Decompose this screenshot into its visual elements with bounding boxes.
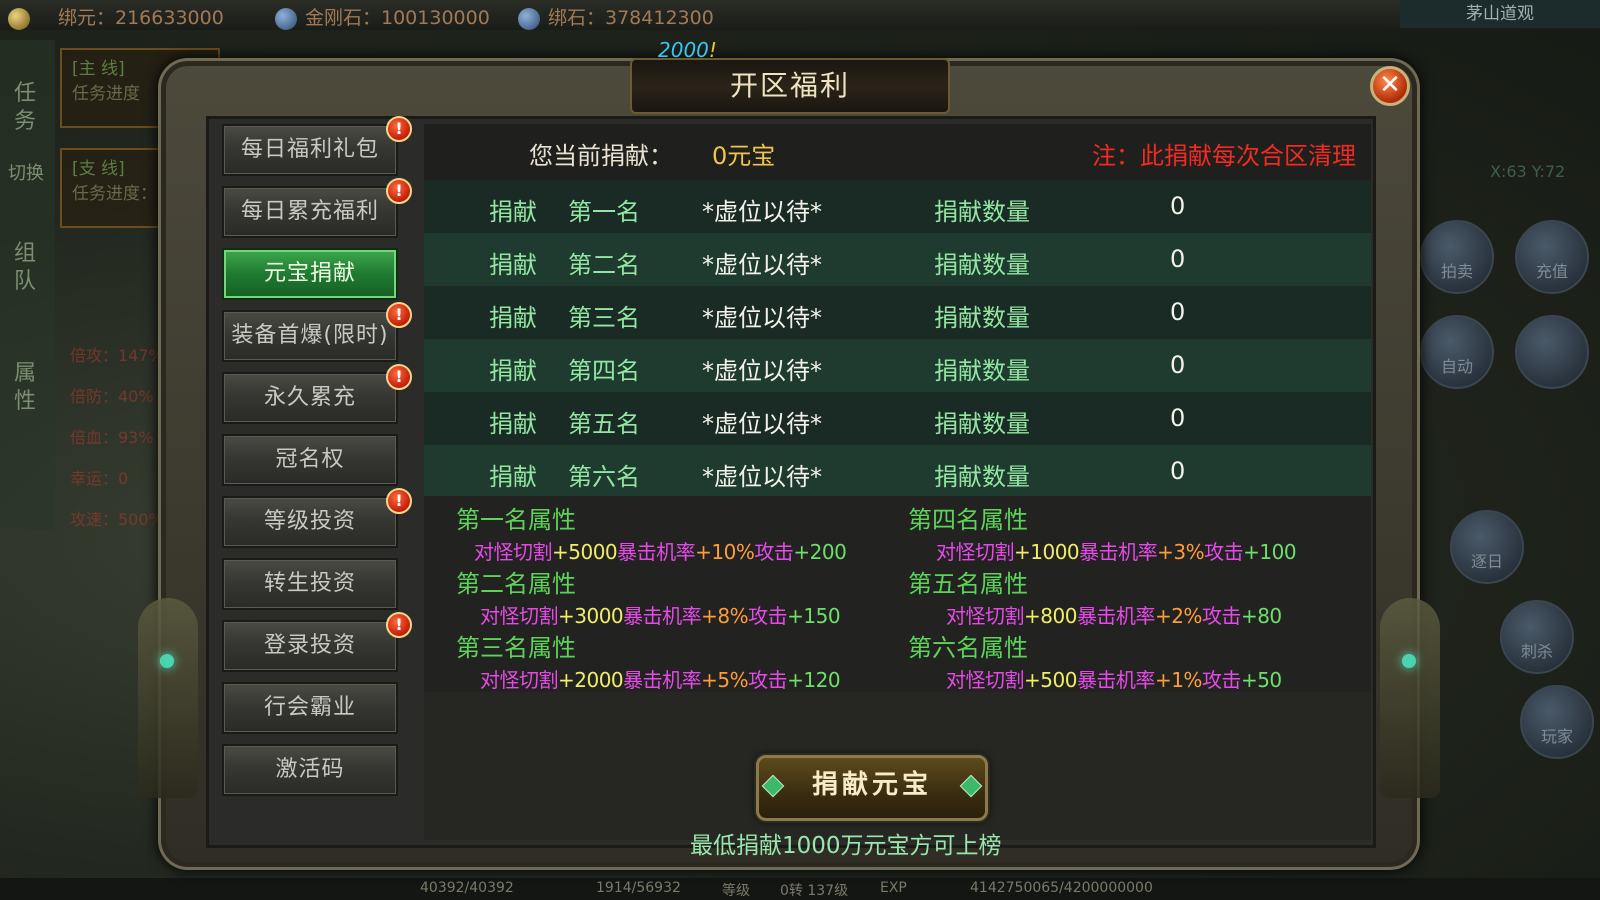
sidebar-item-daily-gift[interactable]: 每日福利礼包: [222, 124, 398, 176]
resource-bar: 绑元：216633000 金刚石：100130000 绑石：378412300 …: [0, 0, 1600, 30]
tab-quest[interactable]: 任务: [12, 80, 38, 136]
diamond-icon: [275, 7, 297, 30]
alert-icon: !: [386, 488, 412, 514]
stone-icon: [518, 7, 540, 30]
attr-line-1: 对怪切割+5000暴击机率+10%攻击+200: [474, 540, 847, 564]
minimum-donation-note: 最低捐献1000万元宝方可上榜: [690, 833, 1002, 859]
table-row: 捐献 第一名 *虚位以待* 捐献数量 0: [424, 180, 1371, 233]
players-button[interactable]: 玩家: [1520, 685, 1594, 759]
rank-attributes: 第一名属性 对怪切割+5000暴击机率+10%攻击+200 第二名属性 对怪切割…: [424, 496, 1371, 692]
gem-icon: [959, 774, 983, 798]
recharge-button[interactable]: 充值: [1515, 220, 1589, 294]
table-row: 捐献 第二名 *虚位以待* 捐献数量 0: [424, 233, 1371, 286]
table-row: 捐献 第四名 *虚位以待* 捐献数量 0: [424, 339, 1371, 392]
attr-line-3: 对怪切割+2000暴击机率+5%攻击+120: [480, 668, 841, 692]
sidebar-item-first-drop[interactable]: 装备首爆(限时): [222, 310, 398, 362]
auto-button[interactable]: 自动: [1420, 315, 1494, 389]
sidebar-item-yuanbao-donation[interactable]: 元宝捐献: [222, 248, 398, 300]
sidebar-item-activation-code[interactable]: 激活码: [222, 744, 398, 796]
sidebar-item-permanent-recharge[interactable]: 永久累充: [222, 372, 398, 424]
reset-note: 注：此捐献每次合区清理: [1092, 142, 1356, 170]
tab-switch[interactable]: 切换: [6, 160, 46, 188]
attr-line-5: 对怪切割+800暴击机率+2%攻击+80: [946, 604, 1282, 628]
level-label: 等级: [722, 883, 750, 899]
alert-icon: !: [386, 302, 412, 328]
current-donation-value: 0元宝: [712, 142, 776, 170]
left-hud: 任务 切换 组队 属性: [0, 40, 55, 530]
donation-panel: 您当前捐献： 0元宝 注：此捐献每次合区清理 捐献 第一名 *虚位以待* 捐献数…: [424, 124, 1371, 859]
tab-attributes[interactable]: 属性: [12, 360, 38, 416]
attr-title-4: 第四名属性: [908, 506, 1028, 534]
title-plate: 开区福利: [630, 58, 950, 114]
attr-title-3: 第三名属性: [456, 634, 576, 662]
attr-line-2: 对怪切割+3000暴击机率+8%攻击+150: [480, 604, 841, 628]
alert-icon: !: [386, 178, 412, 204]
coordinates: X:63 Y:72: [1490, 162, 1566, 181]
close-icon: ✕: [1379, 70, 1401, 100]
dialog-title: 开区福利: [729, 69, 850, 102]
mp-value: 1914/56932: [596, 880, 681, 896]
table-row: 捐献 第五名 *虚位以待* 捐献数量 0: [424, 392, 1371, 445]
hp-value: 40392/40392: [420, 880, 514, 896]
alert-icon: !: [386, 612, 412, 638]
ingot-icon: [8, 7, 30, 30]
close-button[interactable]: ✕: [1370, 66, 1410, 106]
attr-title-1: 第一名属性: [456, 506, 576, 534]
status-bar: 40392/40392 1914/56932 等级 0转 137级 EXP 41…: [0, 878, 1600, 900]
auction-button[interactable]: 拍卖: [1420, 220, 1494, 294]
sidebar-item-guild-dominance[interactable]: 行会霸业: [222, 682, 398, 734]
alert-icon: !: [386, 116, 412, 142]
diamond-counter: 金刚石：100130000: [275, 3, 490, 30]
exp-label: EXP: [880, 880, 907, 896]
attr-line-6: 对怪切割+500暴击机率+1%攻击+50: [946, 668, 1282, 692]
sidebar-item-login-investment[interactable]: 登录投资: [222, 620, 398, 672]
sidebar-item-level-investment[interactable]: 等级投资: [222, 496, 398, 548]
sidebar-item-rebirth-investment[interactable]: 转生投资: [222, 558, 398, 610]
skill-zhuri[interactable]: 逐日: [1450, 510, 1524, 584]
level-value: 0转 137级: [780, 883, 849, 899]
attr-line-4: 对怪切割+1000暴击机率+3%攻击+100: [936, 540, 1297, 564]
donation-header: 您当前捐献： 0元宝 注：此捐献每次合区清理: [424, 124, 1371, 180]
skill-cisha[interactable]: 刺杀: [1500, 600, 1574, 674]
character-stats: 倍攻：147% 倍防：40% 倍血：93% 幸运：0 攻速：500%: [70, 346, 164, 529]
donate-yuanbao-button[interactable]: 捐献元宝: [756, 755, 988, 821]
server-benefits-dialog: 2000! 开区福利 ✕ 每日福利礼包 ! 每日累充福利 ! 元宝捐献 装备首爆…: [138, 38, 1440, 870]
current-donation-label: 您当前捐献：: [529, 142, 673, 170]
dragon-ornament-icon: [1380, 598, 1440, 798]
alert-icon: !: [386, 364, 412, 390]
attr-title-6: 第六名属性: [908, 634, 1028, 662]
attr-title-2: 第二名属性: [456, 570, 576, 598]
table-row: 捐献 第六名 *虚位以待* 捐献数量 0: [424, 445, 1371, 498]
tab-team[interactable]: 组队: [12, 240, 38, 296]
sidebar-item-daily-recharge[interactable]: 每日累充福利: [222, 186, 398, 238]
table-row: 捐献 第三名 *虚位以待* 捐献数量 0: [424, 286, 1371, 339]
exp-value: 4142750065/4200000000: [970, 880, 1153, 896]
bound-stone-counter: 绑石：378412300: [518, 3, 714, 30]
sidebar-item-naming-rights[interactable]: 冠名权: [222, 434, 398, 486]
gem-icon: [761, 774, 785, 798]
bound-yuan: 绑元：216633000: [8, 3, 224, 30]
map-name: 茅山道观: [1400, 0, 1600, 28]
skill-slot-icon[interactable]: [1515, 315, 1589, 389]
dragon-ornament-icon: [138, 598, 198, 798]
attr-title-5: 第五名属性: [908, 570, 1028, 598]
